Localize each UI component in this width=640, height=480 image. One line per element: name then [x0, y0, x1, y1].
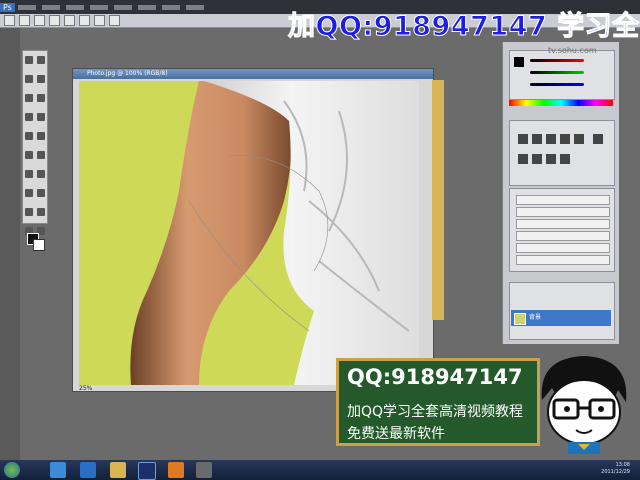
photo-filter-icon[interactable] — [546, 154, 556, 164]
board-line-2: 加QQ学习全套高清视频教程 — [347, 404, 524, 420]
blur-tool-icon[interactable] — [25, 170, 33, 178]
menu-item[interactable] — [89, 4, 108, 10]
taskbar: 13:08 2011/12/29 — [0, 460, 640, 480]
brightness-icon[interactable] — [518, 134, 528, 144]
adjustments-panel — [509, 120, 615, 186]
history-brush-icon[interactable] — [37, 132, 45, 140]
bw-icon[interactable] — [532, 154, 542, 164]
lasso-tool-icon[interactable] — [25, 75, 33, 83]
menu-item[interactable] — [161, 4, 180, 10]
color-panel — [509, 50, 615, 100]
cartoon-mascot — [541, 356, 627, 454]
magic-wand-tool-icon[interactable] — [37, 75, 45, 83]
history-item[interactable] — [516, 243, 610, 253]
background-document-peek — [432, 80, 444, 320]
eyedropper-tool-icon[interactable] — [37, 94, 45, 102]
app-icon[interactable] — [196, 462, 212, 478]
right-panels: 背景 — [502, 42, 619, 344]
background-color-swatch[interactable] — [33, 239, 45, 251]
watermark-title: 加QQ:918947147 学习全 — [288, 11, 640, 43]
path-select-icon[interactable] — [25, 208, 33, 216]
eraser-tool-icon[interactable] — [25, 151, 33, 159]
history-item[interactable] — [516, 219, 610, 229]
gradient-tool-icon[interactable] — [37, 151, 45, 159]
levels-icon[interactable] — [532, 134, 542, 144]
tools-panel — [22, 50, 48, 251]
menu-item[interactable] — [137, 4, 156, 10]
green-slider[interactable] — [530, 71, 584, 74]
healing-tool-icon[interactable] — [25, 113, 33, 121]
menu-item[interactable] — [65, 4, 84, 10]
clock[interactable]: 13:08 2011/12/29 — [578, 462, 630, 476]
layer-thumb-icon — [514, 313, 526, 325]
balance-icon[interactable] — [518, 154, 528, 164]
shape-tool-icon[interactable] — [37, 208, 45, 216]
canvas[interactable] — [79, 81, 419, 385]
exposure-icon[interactable] — [560, 134, 570, 144]
option-icon[interactable] — [49, 15, 60, 26]
move-tool-icon[interactable] — [25, 56, 33, 64]
marquee-tool-icon[interactable] — [37, 56, 45, 64]
red-slider[interactable] — [530, 59, 584, 62]
explorer-icon[interactable] — [110, 462, 126, 478]
curves-icon[interactable] — [546, 134, 556, 144]
clock-time: 13:08 — [615, 462, 630, 468]
history-item[interactable] — [516, 207, 610, 217]
left-strip — [0, 28, 20, 460]
fg-swatch[interactable] — [514, 57, 524, 67]
ie-icon[interactable] — [80, 462, 96, 478]
mode-icon[interactable] — [19, 15, 30, 26]
option-icon[interactable] — [109, 15, 120, 26]
zoom-readout[interactable]: 25% — [79, 385, 92, 392]
dodge-tool-icon[interactable] — [37, 170, 45, 178]
layer-name: 背景 — [529, 314, 542, 321]
color-spectrum[interactable] — [509, 100, 613, 106]
browser-icon[interactable] — [50, 462, 66, 478]
vibrance-icon[interactable] — [574, 134, 584, 144]
option-icon[interactable] — [94, 15, 105, 26]
menu-item[interactable] — [185, 4, 204, 10]
option-icon[interactable] — [79, 15, 90, 26]
menu-item[interactable] — [41, 4, 60, 10]
option-icon[interactable] — [34, 15, 45, 26]
clock-date: 2011/12/29 — [601, 469, 630, 475]
history-item[interactable] — [516, 231, 610, 241]
promo-board: QQ:918947147 加QQ学习全套高清视频教程 免费送最新软件 — [336, 358, 540, 446]
photoshop-icon[interactable] — [138, 462, 156, 480]
board-qq: QQ:918947147 — [347, 365, 523, 389]
board-line-3: 免费送最新软件 — [347, 426, 445, 442]
menu-item[interactable] — [113, 4, 132, 10]
crop-tool-icon[interactable] — [25, 94, 33, 102]
hue-icon[interactable] — [593, 134, 604, 144]
pen-tool-icon[interactable] — [25, 189, 33, 197]
layer-row-background[interactable]: 背景 — [511, 310, 611, 326]
brush-tool-icon[interactable] — [37, 113, 45, 121]
document-title[interactable]: Photo.jpg @ 100% (RGB/8) — [73, 69, 433, 79]
app-icon[interactable] — [168, 462, 184, 478]
stamp-tool-icon[interactable] — [25, 132, 33, 140]
site-watermark: tv.sohu.com — [548, 46, 597, 55]
mixer-icon[interactable] — [560, 154, 570, 164]
type-tool-icon[interactable] — [37, 189, 45, 197]
blue-slider[interactable] — [530, 83, 584, 86]
start-button-icon[interactable] — [4, 462, 20, 478]
menu-item[interactable] — [17, 4, 36, 10]
photo-art — [79, 81, 419, 385]
option-icon[interactable] — [64, 15, 75, 26]
brush-preset-icon[interactable] — [4, 15, 15, 26]
document-window: Photo.jpg @ 100% (RGB/8) 25% — [72, 68, 434, 392]
history-panel — [509, 188, 615, 272]
history-item[interactable] — [516, 195, 610, 205]
history-item[interactable] — [516, 255, 610, 265]
ps-logo[interactable]: Ps — [0, 2, 15, 12]
